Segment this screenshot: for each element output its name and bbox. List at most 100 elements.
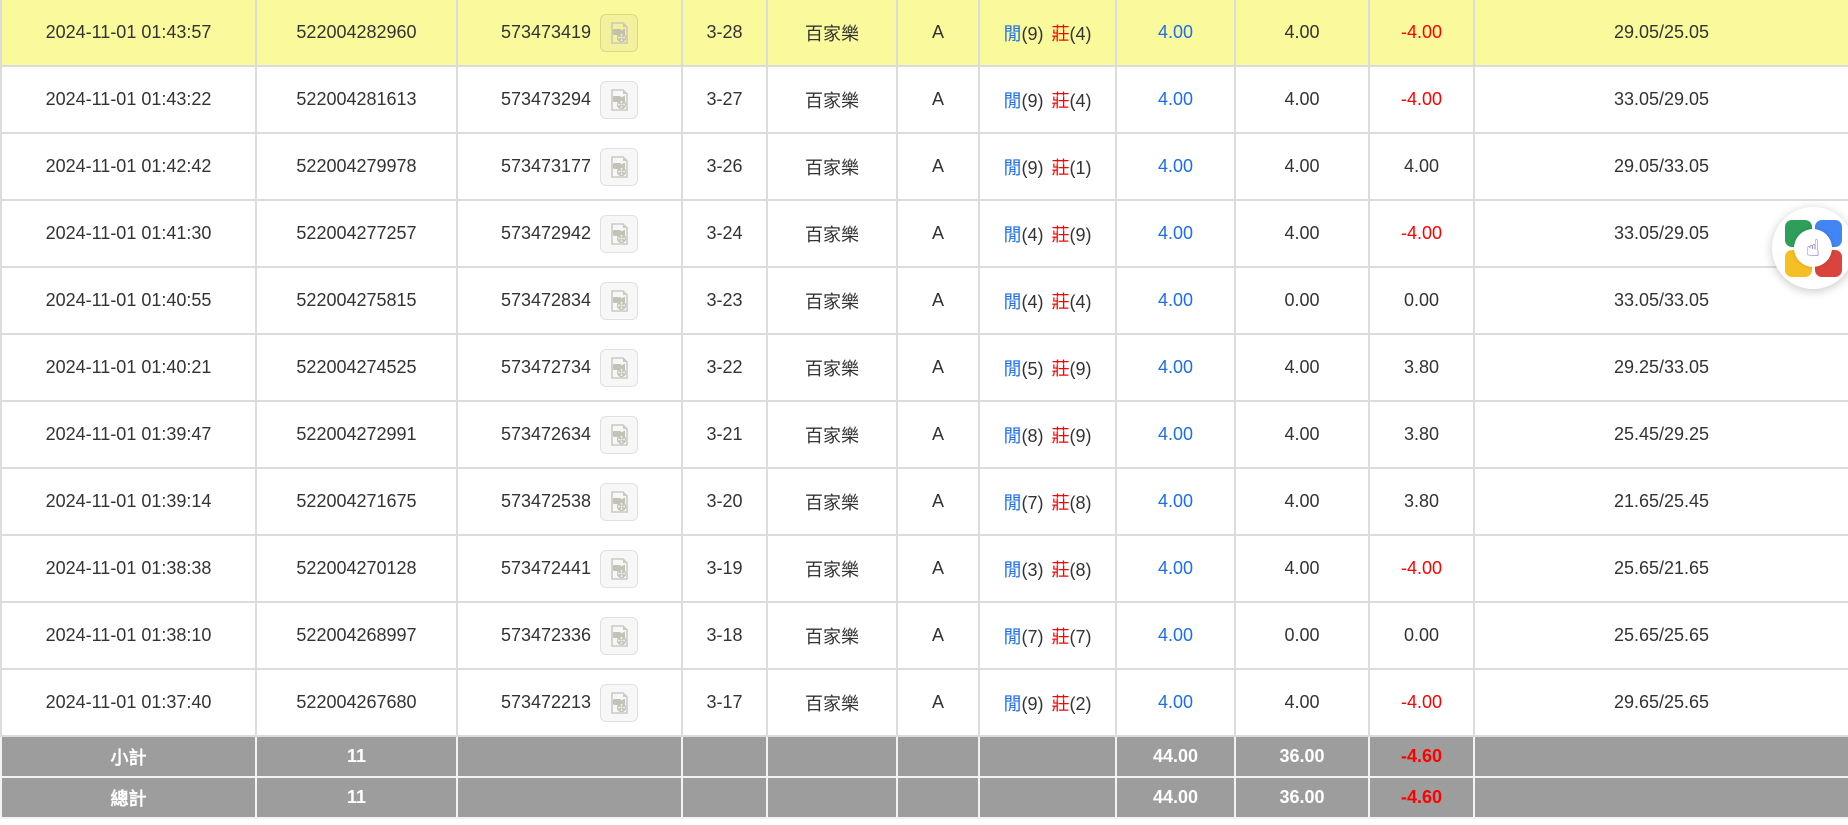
banker-points: (4): [1070, 292, 1092, 312]
bet-amount-link[interactable]: 4.00: [1116, 133, 1235, 200]
table-code: A: [897, 401, 979, 468]
bet-amount-link[interactable]: 4.00: [1116, 535, 1235, 602]
video-replay-button[interactable]: [600, 349, 638, 387]
game-id-cell: 573472441: [457, 535, 682, 602]
player-points: (9): [1022, 158, 1044, 178]
bet-id: 522004268997: [256, 602, 457, 669]
valid-amount: 4.00: [1235, 669, 1369, 736]
video-replay-button[interactable]: [600, 215, 638, 253]
banker-points: (1): [1070, 158, 1092, 178]
bet-amount-link[interactable]: 4.00: [1116, 334, 1235, 401]
win-loss-cell: -4.00: [1369, 200, 1474, 267]
result-cell: 閒(9)莊(2): [979, 669, 1116, 736]
video-replay-button[interactable]: [600, 550, 638, 588]
player-points: (7): [1022, 493, 1044, 513]
table-code: A: [897, 669, 979, 736]
floating-extension-button[interactable]: ☝: [1772, 207, 1848, 289]
bet-id: 522004272991: [256, 401, 457, 468]
video-replay-button[interactable]: [600, 684, 638, 722]
banker-label: 莊: [1052, 24, 1070, 44]
result-cell: 閒(4)莊(4): [979, 267, 1116, 334]
bet-time: 2024-11-01 01:40:55: [1, 267, 256, 334]
round-number: 3-17: [682, 669, 767, 736]
video-replay-button[interactable]: [600, 148, 638, 186]
video-replay-button[interactable]: [600, 483, 638, 521]
bet-id: 522004282960: [256, 0, 457, 66]
win-loss-cell: -4.00: [1369, 66, 1474, 133]
bet-history-table: 2024-11-01 01:43:57 522004282960 5734734…: [0, 0, 1848, 819]
video-replay-button[interactable]: [600, 617, 638, 655]
game-type: 百家樂: [767, 535, 897, 602]
table-row[interactable]: 2024-11-01 01:38:10 522004268997 5734723…: [1, 602, 1848, 669]
balance: 33.05/29.05: [1474, 66, 1848, 133]
balance: 25.65/21.65: [1474, 535, 1848, 602]
subtotal-row: 小計 11 44.00 36.00 -4.60: [1, 736, 1848, 777]
bet-amount-link[interactable]: 4.00: [1116, 66, 1235, 133]
total-label: 總計: [1, 777, 256, 818]
bet-amount-link[interactable]: 4.00: [1116, 468, 1235, 535]
game-id: 573472538: [501, 491, 591, 512]
win-loss-cell: 0.00: [1369, 267, 1474, 334]
table-row[interactable]: 2024-11-01 01:42:42 522004279978 5734731…: [1, 133, 1848, 200]
win-loss-cell: 3.80: [1369, 334, 1474, 401]
bet-amount-link[interactable]: 4.00: [1116, 267, 1235, 334]
balance: 21.65/25.45: [1474, 468, 1848, 535]
banker-points: (8): [1070, 560, 1092, 580]
banker-label: 莊: [1052, 158, 1070, 178]
game-id-cell: 573473177: [457, 133, 682, 200]
bet-time: 2024-11-01 01:43:22: [1, 66, 256, 133]
bet-amount-link[interactable]: 4.00: [1116, 0, 1235, 66]
video-replay-button[interactable]: [600, 81, 638, 119]
win-loss-cell: -4.00: [1369, 535, 1474, 602]
banker-points: (9): [1070, 225, 1092, 245]
result-cell: 閒(7)莊(8): [979, 468, 1116, 535]
video-replay-button[interactable]: [600, 282, 638, 320]
banker-points: (4): [1070, 91, 1092, 111]
subtotal-bet: 44.00: [1116, 736, 1235, 777]
bet-time: 2024-11-01 01:38:38: [1, 535, 256, 602]
bet-time: 2024-11-01 01:39:47: [1, 401, 256, 468]
player-label: 閒: [1004, 560, 1022, 580]
bet-amount-link[interactable]: 4.00: [1116, 200, 1235, 267]
result-cell: 閒(3)莊(8): [979, 535, 1116, 602]
game-id: 573472634: [501, 424, 591, 445]
table-row[interactable]: 2024-11-01 01:38:38 522004270128 5734724…: [1, 535, 1848, 602]
video-replay-icon: [607, 356, 631, 380]
valid-amount: 4.00: [1235, 66, 1369, 133]
video-replay-icon: [607, 490, 631, 514]
table-row[interactable]: 2024-11-01 01:40:55 522004275815 5734728…: [1, 267, 1848, 334]
bet-amount-link[interactable]: 4.00: [1116, 602, 1235, 669]
table-row[interactable]: 2024-11-01 01:39:14 522004271675 5734725…: [1, 468, 1848, 535]
total-bet: 44.00: [1116, 777, 1235, 818]
bet-id: 522004270128: [256, 535, 457, 602]
subtotal-count: 11: [256, 736, 457, 777]
bet-id: 522004275815: [256, 267, 457, 334]
table-row[interactable]: 2024-11-01 01:37:40 522004267680 5734722…: [1, 669, 1848, 736]
subtotal-label: 小計: [1, 736, 256, 777]
video-replay-button[interactable]: [600, 416, 638, 454]
banker-points: (4): [1070, 24, 1092, 44]
table-row[interactable]: 2024-11-01 01:41:30 522004277257 5734729…: [1, 200, 1848, 267]
table-code: A: [897, 535, 979, 602]
table-code: A: [897, 200, 979, 267]
bet-amount-link[interactable]: 4.00: [1116, 669, 1235, 736]
video-replay-button[interactable]: [600, 14, 638, 52]
game-id-cell: 573472538: [457, 468, 682, 535]
table-row[interactable]: 2024-11-01 01:43:22 522004281613 5734732…: [1, 66, 1848, 133]
bet-amount-link[interactable]: 4.00: [1116, 401, 1235, 468]
table-row[interactable]: 2024-11-01 01:40:21 522004274525 5734727…: [1, 334, 1848, 401]
table-code: A: [897, 267, 979, 334]
bet-time: 2024-11-01 01:43:57: [1, 0, 256, 66]
result-cell: 閒(5)莊(9): [979, 334, 1116, 401]
banker-label: 莊: [1052, 91, 1070, 111]
game-id-cell: 573472634: [457, 401, 682, 468]
total-win-loss: -4.60: [1369, 777, 1474, 818]
player-label: 閒: [1004, 426, 1022, 446]
player-points: (9): [1022, 24, 1044, 44]
valid-amount: 4.00: [1235, 535, 1369, 602]
valid-amount: 4.00: [1235, 334, 1369, 401]
table-row[interactable]: 2024-11-01 01:39:47 522004272991 5734726…: [1, 401, 1848, 468]
table-row[interactable]: 2024-11-01 01:43:57 522004282960 5734734…: [1, 0, 1848, 66]
player-points: (4): [1022, 225, 1044, 245]
banker-points: (8): [1070, 493, 1092, 513]
